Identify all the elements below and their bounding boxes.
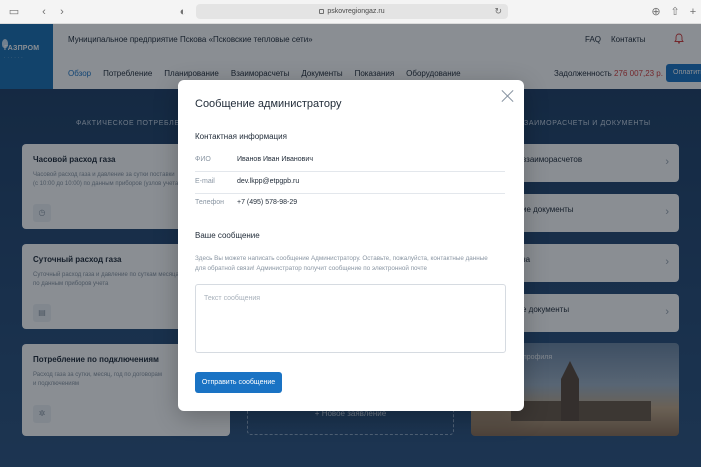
admin-message-dialog: Сообщение администратору Контактная инфо… (178, 80, 524, 411)
new-tab-icon[interactable]: + (685, 4, 701, 20)
field-label: ФИО (195, 156, 211, 163)
close-icon[interactable] (501, 89, 515, 103)
contact-row-name: ФИО Иванов Иван Иванович (195, 150, 505, 172)
forward-icon[interactable]: › (54, 4, 70, 20)
message-hint: Здесь Вы можете написать сообщение Админ… (195, 255, 488, 272)
field-value: Иванов Иван Иванович (237, 156, 313, 163)
share-icon[interactable]: ⇧ (667, 4, 683, 20)
field-value: +7 (495) 578-98-29 (237, 199, 298, 206)
contact-row-phone: Телефон +7 (495) 578-98-29 (195, 193, 505, 215)
textarea-placeholder: Текст сообщения (204, 295, 261, 302)
sidebar-icon[interactable]: ▭ (6, 4, 22, 20)
url-text: pskovregiongaz.ru (327, 8, 385, 15)
field-label: E-mail (195, 178, 215, 185)
message-textarea[interactable]: Текст сообщения (195, 284, 506, 353)
shield-icon[interactable]: ◐ (175, 4, 191, 20)
address-bar[interactable]: pskovregiongaz.ru ↻ (196, 4, 508, 19)
field-label: Телефон (195, 199, 225, 206)
contact-row-email: E-mail dev.lkpp@etpgpb.ru (195, 172, 505, 194)
message-heading: Ваше сообщение (195, 231, 260, 240)
field-value: dev.lkpp@etpgpb.ru (237, 178, 300, 185)
lock-icon (319, 9, 325, 14)
reload-icon[interactable]: ↻ (494, 4, 502, 19)
send-message-button[interactable]: Отправить сообщение (195, 372, 282, 393)
browser-toolbar: ▭ ‹ › ◐ pskovregiongaz.ru ↻ ⊕ ⇧ + (0, 0, 701, 24)
back-icon[interactable]: ‹ (36, 4, 52, 20)
dialog-title: Сообщение администратору (195, 98, 342, 110)
contact-info-heading: Контактная информация (195, 132, 287, 141)
download-icon[interactable]: ⊕ (648, 4, 664, 20)
